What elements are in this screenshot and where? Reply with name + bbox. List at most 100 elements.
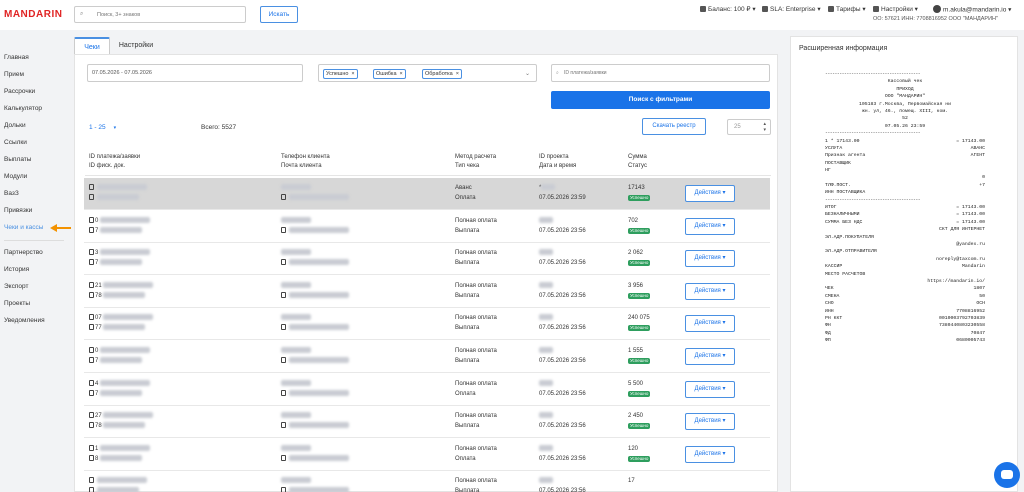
sidebar-item-projects[interactable]: Проекты [4,300,30,307]
payment-id[interactable] [89,184,147,193]
chevron-down-icon[interactable]: ▾ [114,125,117,131]
balance-menu[interactable]: Баланс: 100 ₽ ▾ [700,5,756,13]
payment-id[interactable] [89,477,147,486]
chat-button[interactable] [994,462,1020,488]
table-row[interactable]: 4 7 Полная оплата Оплата 07.05.2026 23:56 5… [84,374,770,406]
client-email[interactable] [281,226,349,236]
actions-dropdown-button[interactable]: Действия ▾ [685,413,735,431]
payment-id[interactable]: 0 [89,216,151,226]
payment-id[interactable]: 3 [89,249,151,258]
client-email[interactable] [281,357,349,366]
settings-menu[interactable]: Настройки ▾ [873,5,918,13]
status-chip-success[interactable]: Успешно × [323,69,358,79]
sidebar-item-payouts[interactable]: Выплаты [4,156,31,163]
sidebar-item-partnership[interactable]: Партнерство [4,249,43,256]
copy-icon[interactable] [89,259,94,266]
tab-settings[interactable]: Настройки [114,37,158,55]
table-row[interactable]: 07 77 Полная оплата Выплата 07.05.2026 23:… [84,308,770,341]
copy-icon[interactable] [281,259,286,266]
table-row[interactable]: 3 7 Полная оплата Выплата 07.05.2026 23:56… [84,243,770,276]
date-range-picker[interactable]: 07.05.2026 - 07.05.2026 [87,64,303,82]
fiscal-doc-id[interactable]: 7 [89,259,143,268]
chip-remove-icon[interactable]: × [400,71,403,77]
actions-dropdown-button[interactable]: Действия ▾ [685,380,735,398]
user-menu[interactable]: m.akula@mandarin.io ▾ [933,5,1011,14]
brand-logo[interactable]: MANDARIN [4,9,62,20]
client-email[interactable] [281,389,349,399]
copy-icon[interactable] [89,347,94,353]
copy-icon[interactable] [89,487,94,492]
copy-icon[interactable] [89,291,94,298]
copy-icon[interactable] [89,379,94,386]
status-multiselect[interactable]: Успешно × Ошибка × Обработка × ⌄ [318,64,537,82]
actions-dropdown-button[interactable]: Действия ▾ [685,185,735,202]
copy-icon[interactable] [281,357,286,363]
copy-icon[interactable] [89,477,94,484]
copy-icon[interactable] [281,291,286,298]
per-page-select[interactable]: 25 ▴ ▾ [727,119,771,135]
status-chip-processing[interactable]: Обработка × [422,69,462,79]
search-button[interactable]: Искать [260,6,298,23]
sidebar-item-calculator[interactable]: Калькулятор [4,105,42,112]
global-search[interactable]: ⌕ [74,6,246,23]
copy-icon[interactable] [281,389,286,396]
table-row[interactable]: 0 7 Полная оплата Выплата 07.05.2026 23:56… [84,341,770,373]
sidebar-item-modules[interactable]: Модули [4,173,27,180]
actions-dropdown-button[interactable]: Действия ▾ [685,445,735,463]
download-registry-button[interactable]: Скачать реестр [642,118,706,135]
client-email[interactable] [281,487,349,492]
sidebar-item-vaz[interactable]: ВазЗ [4,190,19,197]
copy-icon[interactable] [89,454,94,461]
copy-icon[interactable] [89,324,94,331]
copy-icon[interactable] [89,389,94,396]
actions-dropdown-button[interactable]: Действия ▾ [685,217,735,235]
actions-dropdown-button[interactable]: Действия ▾ [685,348,735,365]
chip-remove-icon[interactable]: × [351,71,354,77]
fiscal-doc-id[interactable] [89,194,139,203]
table-row[interactable]: Полная оплата Выплата 07.05.2026 23:56 17 [84,471,770,492]
sidebar-item-receipts[interactable]: Чеки и кассы [4,224,43,231]
copy-icon[interactable] [89,216,94,223]
copy-icon[interactable] [89,412,94,419]
copy-icon[interactable] [89,357,94,363]
copy-icon[interactable] [89,444,94,451]
copy-icon[interactable] [281,454,286,461]
global-search-input[interactable] [97,8,242,21]
client-email[interactable] [281,324,349,333]
table-row[interactable]: 27 78 Полная оплата Выплата 07.05.2026 23:… [84,406,770,439]
payment-id[interactable]: 21 [89,281,154,291]
status-chip-error[interactable]: Ошибка × [373,69,406,79]
sidebar-item-links[interactable]: Ссылки [4,139,27,146]
client-email[interactable] [281,259,349,268]
payment-id-search[interactable]: ⌕ [551,64,770,82]
copy-icon[interactable] [89,194,94,200]
sidebar-item-export[interactable]: Экспорт [4,283,28,290]
fiscal-doc-id[interactable]: 78 [89,422,146,431]
client-email[interactable] [281,194,349,203]
sidebar-item-acceptance[interactable]: Прием [4,71,24,78]
tariffs-menu[interactable]: Тарифы ▾ [828,5,866,13]
client-email[interactable] [281,291,349,301]
fiscal-doc-id[interactable]: 7 [89,226,143,236]
actions-dropdown-button[interactable]: Действия ▾ [685,282,735,300]
table-row[interactable]: Аванс Оплата * 07.05.2026 23:59 17143 Успешно… [84,178,770,210]
copy-icon[interactable] [89,281,94,288]
sidebar-item-home[interactable]: Главная [4,54,29,61]
fiscal-doc-id[interactable]: 78 [89,291,146,301]
pagination-range[interactable]: 1 - 25 ▾ [89,124,116,131]
client-email[interactable] [281,454,349,464]
sidebar-item-installments[interactable]: Рассрочки [4,88,35,95]
copy-icon[interactable] [89,422,94,429]
sidebar-item-dolyami[interactable]: Дольки [4,122,26,129]
copy-icon[interactable] [281,194,286,200]
fiscal-doc-id[interactable]: 7 [89,357,143,366]
copy-icon[interactable] [89,184,94,190]
table-row[interactable]: 0 7 Полная оплата Выплата 07.05.2026 23:56… [84,211,770,243]
chip-remove-icon[interactable]: × [456,71,459,77]
fiscal-doc-id[interactable]: 8 [89,454,143,464]
sidebar-item-notifications[interactable]: Уведомления [4,317,45,324]
spinner-icon[interactable]: ▴ ▾ [763,121,766,133]
copy-icon[interactable] [281,226,286,233]
sidebar-item-history[interactable]: История [4,266,29,273]
copy-icon[interactable] [281,324,286,331]
